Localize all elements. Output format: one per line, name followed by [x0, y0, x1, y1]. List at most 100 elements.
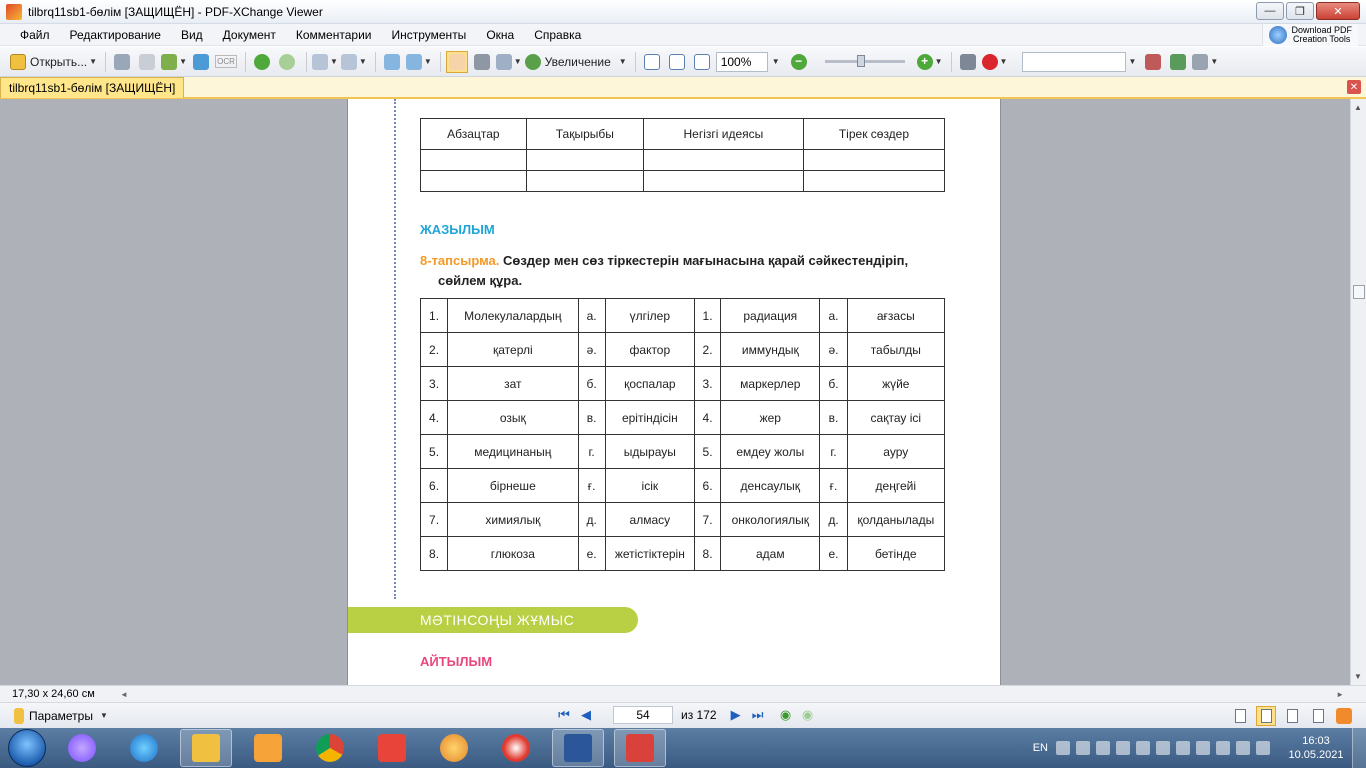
close-button[interactable]: ✕ — [1316, 2, 1360, 20]
taskbar-chrome[interactable] — [304, 729, 356, 767]
taskbar-alice[interactable] — [56, 729, 108, 767]
signal-icon[interactable] — [1256, 741, 1270, 755]
zoom-out-button[interactable]: − — [788, 51, 810, 73]
last-page-icon[interactable]: ⏭ — [749, 706, 767, 724]
table-cell: алмасу — [604, 502, 696, 537]
menu-edit[interactable]: Редактирование — [60, 28, 171, 42]
save-button[interactable] — [111, 51, 133, 73]
zoom-label: Увеличение — [544, 54, 611, 69]
fit-page-button[interactable] — [666, 51, 688, 73]
fit-width-button[interactable] — [691, 51, 713, 73]
continuous-view-button[interactable] — [1256, 706, 1276, 726]
single-page-view-button[interactable] — [1230, 706, 1250, 726]
document-tab[interactable]: tilbrq11sb1-бөлім [ЗАЩИЩЁН] — [0, 77, 185, 98]
menu-view[interactable]: Вид — [171, 28, 213, 42]
taskbar-pdf-viewer[interactable] — [614, 729, 666, 767]
export-button[interactable] — [190, 51, 212, 73]
print-button[interactable] — [136, 51, 158, 73]
table-cell: 2. — [419, 332, 449, 367]
menu-help[interactable]: Справка — [524, 28, 591, 42]
search-input[interactable] — [1022, 51, 1127, 72]
start-button[interactable] — [8, 729, 46, 767]
document-view[interactable]: Абзацтар Тақырыбы Негізгі идеясы Тірек с… — [0, 99, 1350, 685]
close-tab-icon[interactable]: ✕ — [1347, 80, 1361, 94]
tray-icon[interactable] — [1216, 741, 1230, 755]
taskbar-vpn[interactable] — [428, 729, 480, 767]
search-prev-button[interactable] — [1142, 51, 1164, 73]
pages-button[interactable]: ▼ — [405, 51, 432, 73]
menu-comments[interactable]: Комментарии — [286, 28, 382, 42]
history-back-icon[interactable]: ◉ — [777, 706, 795, 724]
snapshot-button[interactable] — [471, 51, 493, 73]
zoom-tool-button[interactable]: Увеличение ▼ — [524, 51, 627, 73]
history-forward-icon[interactable]: ◉ — [799, 706, 817, 724]
page-number-input[interactable]: 54 — [613, 706, 673, 724]
next-page-icon[interactable]: ▶ — [727, 706, 745, 724]
filter-button[interactable]: ▼ — [1192, 51, 1218, 73]
continuous-facing-icon — [1312, 709, 1324, 723]
vertical-scrollbar[interactable]: ▲ ▼ — [1350, 99, 1366, 685]
menu-document[interactable]: Документ — [213, 28, 286, 42]
highlight-tool-button[interactable] — [1334, 706, 1354, 726]
menu-tools[interactable]: Инструменты — [381, 28, 476, 42]
section-writing-title: ЖАЗЫЛЫМ — [420, 222, 495, 237]
taskbar-yandex[interactable] — [366, 729, 418, 767]
scroll-left-icon[interactable]: ◄ — [120, 690, 128, 699]
tray-icon[interactable] — [1136, 741, 1150, 755]
zoom-slider-handle[interactable] — [856, 55, 865, 67]
show-desktop-button[interactable] — [1352, 728, 1366, 768]
scan-button[interactable]: ▼ — [161, 51, 187, 73]
taskbar-ie[interactable] — [118, 729, 170, 767]
volume-icon[interactable] — [1236, 741, 1250, 755]
prev-page-icon[interactable]: ◀ — [577, 706, 595, 724]
table-cell: денсаулық — [720, 468, 821, 503]
download-pdf-tools-button[interactable]: Download PDF Creation Tools — [1262, 24, 1358, 46]
table-cell: қатерлі — [447, 332, 579, 367]
rotate-button[interactable] — [381, 51, 403, 73]
scroll-up-icon[interactable]: ▲ — [1354, 103, 1362, 112]
zoom-dropdown-chevron-icon[interactable]: ▼ — [772, 57, 780, 66]
forward-button[interactable] — [276, 51, 298, 73]
select-tool-button[interactable]: ▼ — [495, 51, 522, 73]
tray-icon[interactable] — [1156, 741, 1170, 755]
ocr-button[interactable]: OCR — [215, 51, 237, 73]
help-icon[interactable] — [1096, 741, 1110, 755]
find-button[interactable] — [957, 51, 979, 73]
facing-view-button[interactable] — [1282, 706, 1302, 726]
total-pages-label: из 172 — [681, 708, 717, 722]
clock[interactable]: 16:03 10.05.2021 — [1280, 734, 1352, 762]
search-dropdown-chevron-icon[interactable]: ▼ — [1128, 57, 1136, 66]
tray-icon[interactable] — [1116, 741, 1130, 755]
table-cell: 4. — [419, 400, 449, 435]
taskbar-explorer[interactable] — [180, 729, 232, 767]
redo-button[interactable]: ▼ — [340, 51, 367, 73]
back-button[interactable] — [251, 51, 273, 73]
tray-icon[interactable] — [1196, 741, 1210, 755]
first-page-icon[interactable]: ⏮ — [555, 706, 573, 724]
zoom-level-input[interactable]: 100% — [715, 51, 768, 72]
scroll-right-icon[interactable]: ► — [1336, 690, 1344, 699]
restore-button[interactable]: ❐ — [1286, 2, 1314, 20]
hand-tool-button[interactable] — [445, 50, 468, 73]
scroll-down-icon[interactable]: ▼ — [1354, 672, 1362, 681]
scroll-thumb[interactable] — [1353, 285, 1365, 299]
menu-windows[interactable]: Окна — [476, 28, 524, 42]
open-button[interactable]: Открыть... ▼ — [10, 51, 97, 73]
taskbar-word[interactable] — [552, 729, 604, 767]
zoom-in-button[interactable]: + ▼ — [916, 51, 943, 73]
search-next-button[interactable] — [1167, 51, 1189, 73]
undo-button[interactable]: ▼ — [311, 51, 338, 73]
minimize-button[interactable]: — — [1256, 2, 1284, 20]
taskbar-yandex-browser[interactable] — [490, 729, 542, 767]
parameters-button[interactable]: Параметры ▼ — [0, 707, 108, 724]
tray-icon[interactable] — [1056, 741, 1070, 755]
menu-file[interactable]: Файл — [0, 28, 60, 42]
ask-search-button[interactable]: ▼ — [981, 51, 1007, 73]
language-indicator[interactable]: EN — [1033, 742, 1048, 754]
taskbar-media-player[interactable] — [242, 729, 294, 767]
tray-icon[interactable] — [1076, 741, 1090, 755]
zoom-slider[interactable] — [824, 55, 905, 67]
tray-icon[interactable] — [1176, 741, 1190, 755]
continuous-facing-view-button[interactable] — [1308, 706, 1328, 726]
actual-size-button[interactable] — [641, 51, 663, 73]
